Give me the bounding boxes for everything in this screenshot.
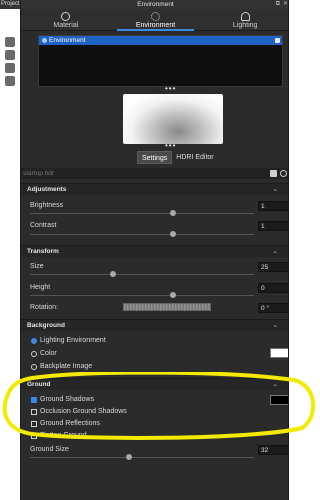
folder-icon[interactable]	[270, 170, 277, 177]
contrast-label: Contrast	[30, 222, 57, 229]
color-label: Color	[40, 350, 57, 357]
tab-environment[interactable]: Environment	[111, 9, 201, 31]
panel-tabs: Material Environment Lighting	[21, 9, 288, 31]
camera-icon[interactable]	[275, 38, 280, 43]
ground-size-slider[interactable]	[30, 454, 254, 460]
radio-color[interactable]	[31, 351, 37, 357]
transform-header[interactable]: Transform ⌄	[21, 245, 288, 257]
lighting-environment-label: Lighting Environment	[40, 337, 106, 344]
preview-scroll-dots-top: •••	[165, 84, 177, 93]
bulb-icon	[240, 12, 250, 21]
environment-list: Environment	[38, 35, 283, 87]
hdri-preview[interactable]	[123, 94, 223, 144]
height-field[interactable]: 0	[258, 283, 288, 293]
background-color-swatch[interactable]	[270, 348, 288, 358]
file-bar: startup.hdr	[21, 168, 288, 179]
radio-backplate-image[interactable]	[31, 364, 37, 370]
globe-icon[interactable]	[5, 50, 15, 60]
trash-icon[interactable]	[5, 76, 15, 86]
brightness-label: Brightness	[30, 202, 64, 209]
subtab-hdri-editor[interactable]: HDRI Editor	[172, 151, 218, 164]
background-header[interactable]: Background ⌄	[21, 319, 288, 331]
reload-icon[interactable]	[280, 170, 287, 177]
ground-size-label: Ground Size	[30, 446, 69, 453]
undock-icon[interactable]: ⧉	[276, 0, 280, 9]
side-toolbar	[0, 34, 20, 94]
settings-subtabs: Settings HDRI Editor	[137, 151, 218, 164]
adjustments-header[interactable]: Adjustments ⌄	[21, 183, 288, 195]
contrast-field[interactable]: 1	[258, 221, 288, 231]
size-slider[interactable]	[30, 271, 254, 277]
environment-icon	[42, 38, 47, 43]
radio-lighting-environment[interactable]	[31, 338, 37, 344]
tab-environment-label: Environment	[135, 22, 176, 29]
background-title: Background	[27, 322, 65, 329]
height-label: Height	[30, 284, 51, 291]
height-slider[interactable]	[30, 292, 254, 298]
height-slider-knob[interactable]	[170, 292, 177, 298]
rotation-dial[interactable]	[123, 303, 211, 311]
brightness-slider[interactable]	[30, 210, 254, 216]
settings-icon[interactable]	[5, 63, 15, 73]
tab-material-label: Material	[53, 22, 79, 29]
size-slider-knob[interactable]	[109, 271, 116, 277]
adjustments-title: Adjustments	[27, 186, 67, 193]
file-name: startup.hdr	[23, 170, 55, 177]
material-icon	[61, 12, 71, 21]
tab-lighting[interactable]: Lighting	[200, 9, 288, 30]
close-icon[interactable]: ✕	[283, 0, 288, 9]
globe-icon	[151, 12, 160, 21]
tab-lighting-label: Lighting	[232, 22, 258, 29]
environment-item-label: Environment	[49, 37, 86, 44]
tab-material[interactable]: Material	[21, 9, 111, 30]
subtab-settings[interactable]: Settings	[137, 151, 173, 164]
transform-title: Transform	[27, 248, 59, 255]
brightness-slider-knob[interactable]	[170, 210, 177, 216]
preview-scroll-dots-bottom: •••	[165, 141, 177, 150]
brightness-field[interactable]: 1	[258, 201, 288, 211]
panel-titlebar: Environment ⧉ ✕	[21, 0, 288, 9]
ground-size-slider-knob[interactable]	[125, 454, 132, 460]
size-label: Size	[30, 263, 44, 270]
backplate-image-label: Backplate Image	[40, 363, 93, 370]
add-icon[interactable]	[5, 37, 15, 47]
panel-title: Environment	[137, 1, 174, 8]
chevron-down-icon: ⌄	[272, 248, 278, 255]
ground-size-field[interactable]: 32	[258, 445, 288, 455]
project-tab[interactable]: Project	[0, 0, 20, 9]
rotation-label: Rotation:	[30, 304, 59, 311]
contrast-slider-knob[interactable]	[170, 231, 177, 237]
chevron-down-icon: ⌄	[272, 322, 278, 329]
rotation-field[interactable]: 0 °	[258, 303, 288, 313]
environment-list-item[interactable]: Environment	[39, 36, 282, 45]
yellow-highlight-annotation	[2, 372, 316, 440]
contrast-slider[interactable]	[30, 231, 254, 237]
size-field[interactable]: 25	[258, 262, 288, 272]
chevron-down-icon: ⌄	[272, 186, 278, 193]
